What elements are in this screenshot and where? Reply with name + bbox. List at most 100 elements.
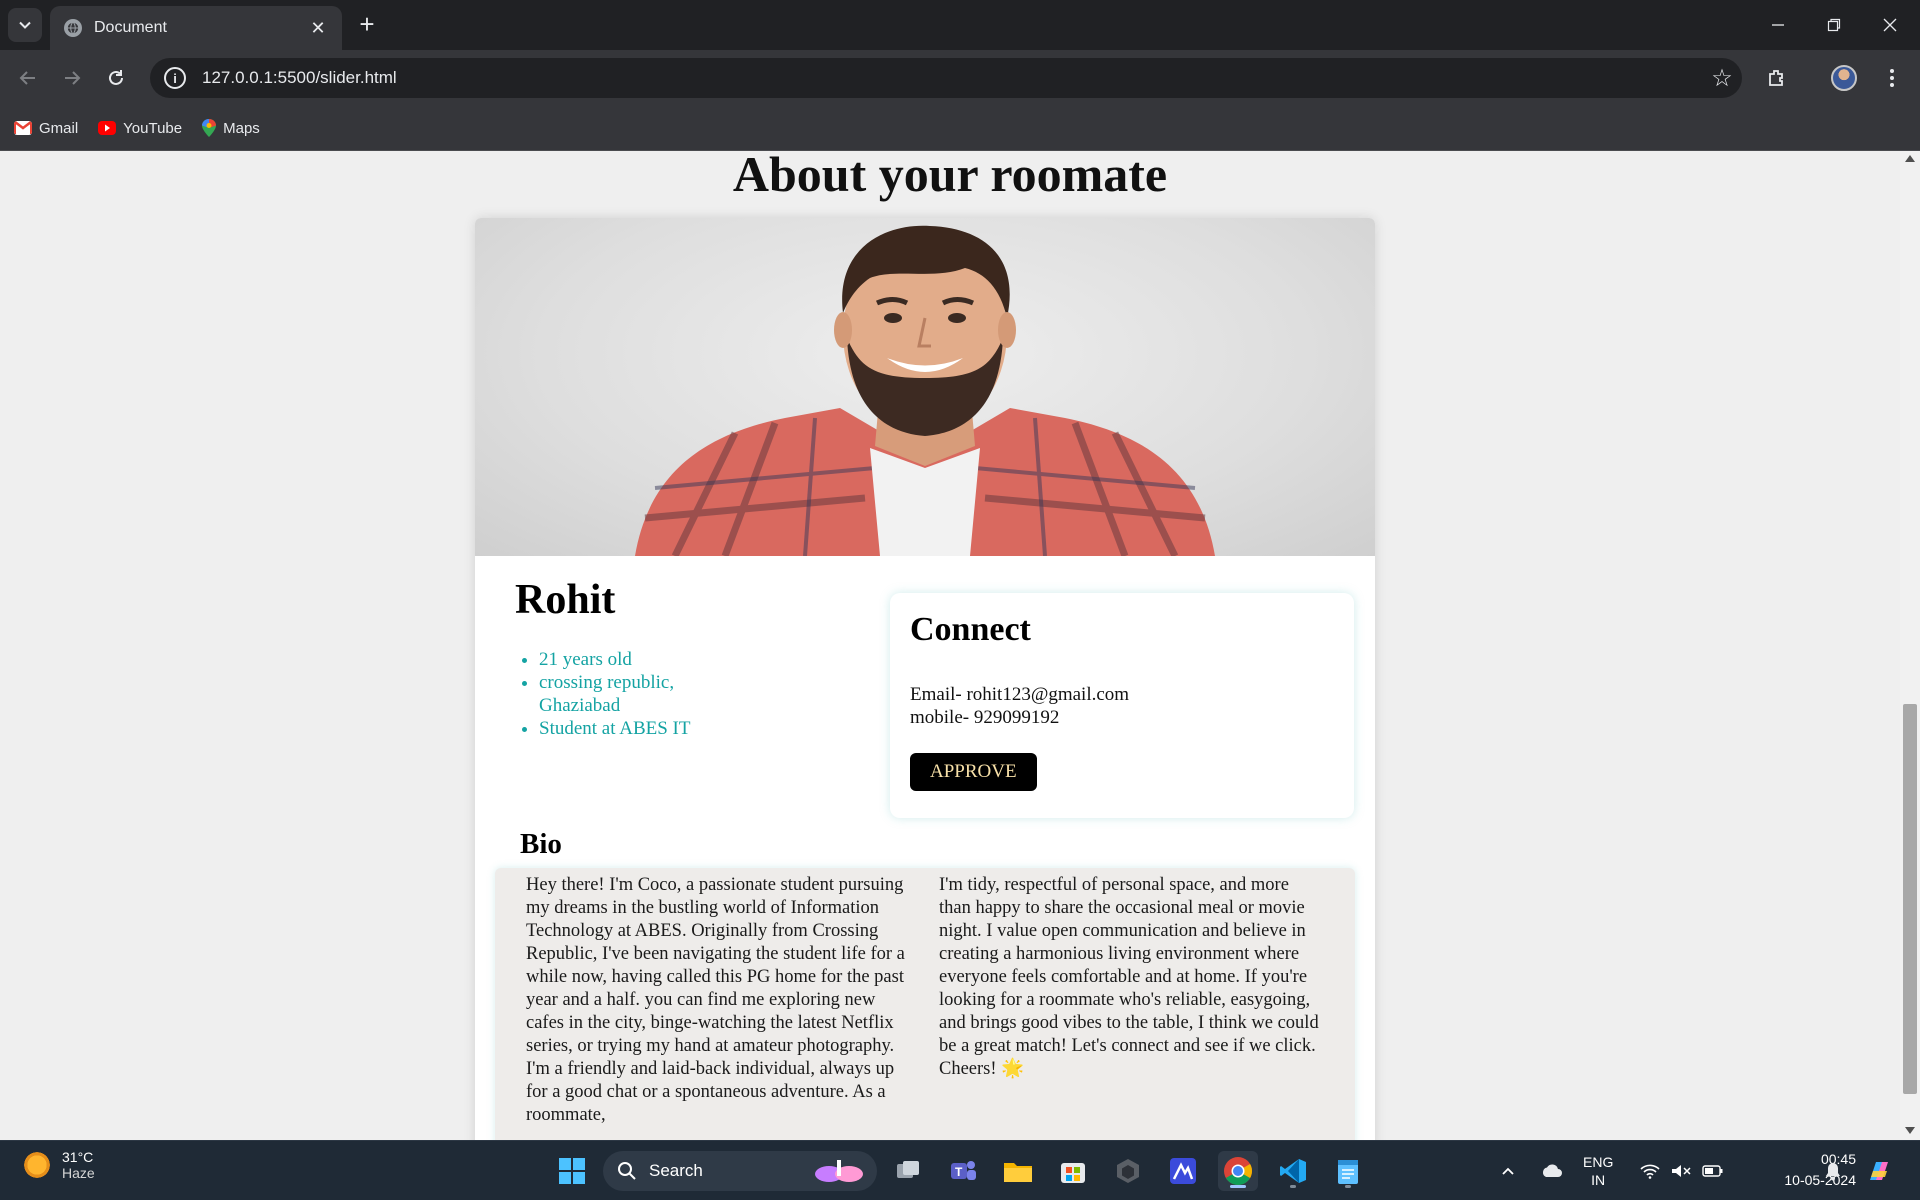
forward-button[interactable] [56,62,88,94]
bookmark-gmail[interactable]: Gmail [14,120,78,137]
tab-title: Document [94,19,167,36]
chrome-taskbar-icon[interactable] [1218,1151,1258,1191]
restore-icon [1827,18,1841,32]
connect-title: Connect [910,611,1031,648]
contact-email: Email- rohit123@gmail.com [910,684,1130,705]
weather-haze-icon [22,1150,52,1180]
show-hidden-icons[interactable] [1500,1141,1516,1200]
bookmark-maps[interactable]: Maps [202,119,260,137]
clock-time: 00:45 [1820,1151,1856,1167]
scroll-up-arrow-icon[interactable] [1905,155,1915,162]
profile-facts-list: 21 years old crossing republic, Ghaziaba… [515,648,845,740]
onedrive-icon[interactable] [1540,1141,1564,1200]
profile-summary: Rohit 21 years old crossing republic, Gh… [515,576,845,740]
connect-panel: Connect Email- rohit123@gmail.com mobile… [890,593,1354,818]
person-illustration [635,225,1215,556]
avatar [1831,65,1857,91]
bio-box: Hey there! I'm Coco, a passionate studen… [495,868,1355,1140]
bookmark-label: Gmail [39,119,79,137]
close-tab-icon[interactable]: ✕ [308,18,328,39]
site-info-icon[interactable]: i [164,67,186,89]
browser-menu-icon[interactable] [1876,62,1908,94]
app-hexagon-icon[interactable] [1108,1151,1148,1191]
search-highlight-icon [815,1160,863,1182]
windows-logo-icon [559,1158,585,1184]
region-code: IN [1591,1172,1606,1188]
weather-widget[interactable]: 31°C Haze [22,1149,95,1181]
fact-location: crossing republic, Ghaziabad [539,671,699,717]
file-explorer-icon[interactable] [998,1151,1038,1191]
gmail-icon [14,121,32,135]
close-window-button[interactable] [1862,0,1918,50]
page-title: About your roomate [732,151,1168,202]
tab-search-button[interactable] [8,8,42,42]
approve-button[interactable]: APPROVE [910,753,1037,791]
taskbar-search[interactable]: Search [603,1151,877,1191]
volume-muted-icon [1672,1165,1691,1177]
extensions-icon[interactable] [1761,62,1793,94]
search-icon [618,1162,636,1180]
reload-button[interactable] [100,62,132,94]
reload-icon [109,70,123,85]
copilot-icon[interactable] [1864,1141,1894,1200]
profile-photo [475,218,1375,556]
browser-toolbar: i 127.0.0.1:5500/slider.html ☆ [0,50,1920,106]
tab-document[interactable]: Document ✕ [50,6,342,50]
bookmark-star-icon[interactable]: ☆ [1702,64,1742,93]
scrollbar-thumb[interactable] [1903,704,1917,1094]
svg-text:T: T [955,1165,963,1179]
app-stats-icon[interactable] [1163,1151,1203,1191]
active-indicator [1230,1185,1246,1188]
bookmark-label: Maps [223,119,260,137]
arrow-right-icon [65,71,81,85]
input-language[interactable]: ENG IN [1583,1141,1613,1200]
bookmarks-bar: Gmail YouTube Maps [0,106,1920,151]
profile-avatar[interactable] [1828,62,1860,94]
tab-bar: Document ✕ + [0,0,1920,50]
restore-button[interactable] [1806,0,1862,50]
minimize-icon [1772,24,1784,26]
maps-icon [202,119,217,137]
chevron-down-icon [19,21,31,29]
network-volume-battery[interactable] [1640,1141,1724,1200]
notepad-icon[interactable] [1328,1151,1368,1191]
battery-icon [1702,1165,1723,1177]
close-icon [1883,18,1897,32]
new-tab-button[interactable]: + [352,10,382,40]
microsoft-store-icon[interactable] [1053,1151,1093,1191]
fact-age: 21 years old [539,648,845,671]
wifi-icon [1640,1164,1660,1179]
profile-name: Rohit [515,577,616,623]
bio-text-right: I'm tidy, respectful of personal space, … [939,875,1319,1079]
chevron-up-icon [1502,1167,1514,1175]
globe-icon [64,19,82,37]
bio-text-left: Hey there! I'm Coco, a passionate studen… [526,875,905,1125]
bookmark-youtube[interactable]: YouTube [98,120,182,137]
clock-date: 10-05-2024 [1784,1172,1856,1188]
language-code: ENG [1583,1154,1614,1170]
start-button[interactable] [552,1151,592,1191]
running-indicator [1290,1185,1296,1188]
arrow-left-icon [19,71,35,85]
system-clock[interactable]: 00:45 10-05-2024 [1784,1149,1856,1191]
notification-bell-icon[interactable] [1824,1141,1842,1200]
teams-icon[interactable]: T [943,1151,983,1191]
contact-mobile: mobile- 929099192 [910,707,1060,728]
search-placeholder: Search [649,1161,703,1180]
page-viewport: About your roomate Rohit • 21 years old … [0,151,1920,1140]
task-view-icon[interactable] [888,1151,928,1191]
fact-occupation: Student at ABES IT [539,717,845,740]
bio-title: Bio [520,828,562,860]
windows-taskbar: 31°C Haze Search T ENG IN 00:45 10-05-20… [0,1140,1920,1200]
vscode-icon[interactable] [1273,1151,1313,1191]
roommate-card: Rohit 21 years old crossing republic, Gh… [475,218,1375,1140]
page-scrollbar[interactable] [1900,151,1920,1140]
back-button[interactable] [12,62,44,94]
url-text: 127.0.0.1:5500/slider.html [202,68,397,87]
bookmark-label: YouTube [123,119,183,137]
weather-desc: Haze [62,1165,95,1181]
running-indicator [1345,1185,1351,1188]
minimize-button[interactable] [1750,0,1806,50]
scroll-down-arrow-icon[interactable] [1905,1127,1915,1134]
address-bar[interactable]: i 127.0.0.1:5500/slider.html ☆ [150,58,1742,98]
